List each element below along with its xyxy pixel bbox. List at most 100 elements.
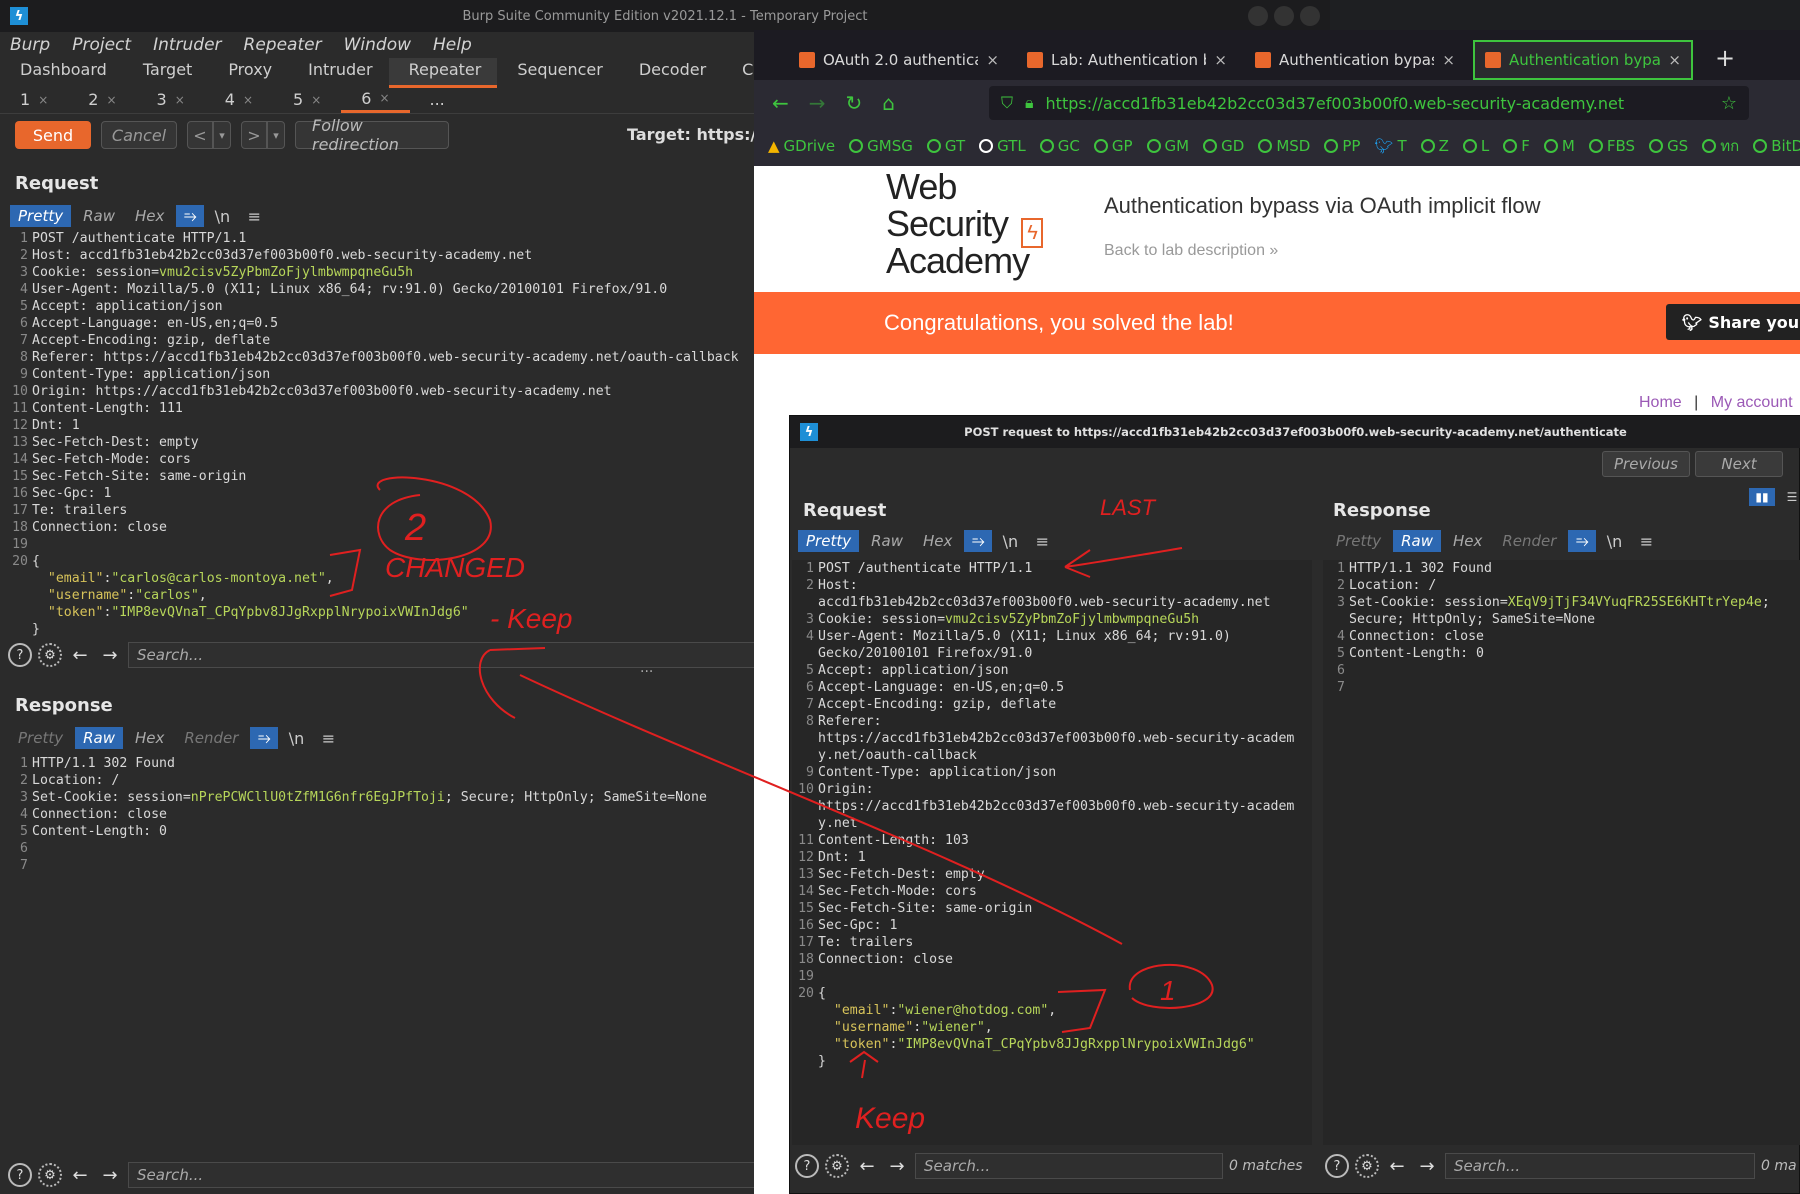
- bookmark-l[interactable]: L: [1462, 137, 1489, 155]
- forward-arrow-icon[interactable]: →: [1415, 1154, 1439, 1178]
- wrap-icon[interactable]: ⥱: [176, 205, 205, 227]
- url-text[interactable]: https://accd1fb31eb42b2cc03d37ef003b00f0…: [1046, 94, 1625, 113]
- menu-project[interactable]: Project: [72, 35, 131, 55]
- bookmark-gtl[interactable]: GTL: [979, 137, 1026, 155]
- request-editor[interactable]: 1 POST /authenticate HTTP/1.1 2 Host: accd1…: [6, 230, 756, 638]
- bookmark-bitd[interactable]: BitD: [1753, 137, 1800, 155]
- share-button[interactable]: 🐦︎ Share your: [1666, 304, 1800, 340]
- repeater-tab-4[interactable]: 4 ×: [205, 86, 273, 113]
- forward-arrow-icon[interactable]: →: [809, 91, 826, 115]
- menu-icon[interactable]: ≡: [314, 727, 342, 749]
- url-bar[interactable]: ⛉ 🔒︎ https://accd1fb31eb42b2cc03d37ef003…: [989, 86, 1749, 120]
- back-arrow-icon[interactable]: ←: [68, 643, 92, 667]
- previous-button[interactable]: Previous: [1602, 451, 1690, 477]
- menu-icon[interactable]: ≡: [240, 205, 268, 227]
- close-icon[interactable]: ×: [311, 93, 321, 107]
- back-arrow-icon[interactable]: ←: [772, 91, 789, 115]
- home-icon[interactable]: ⌂: [882, 91, 895, 115]
- menu-window[interactable]: Window: [344, 35, 411, 55]
- close-icon[interactable]: ×: [106, 93, 116, 107]
- back-arrow-icon[interactable]: ←: [68, 1163, 92, 1187]
- response-editor[interactable]: 1 HTTP/1.1 302 Found 2 Location: / 3 Set-Cook…: [6, 755, 756, 874]
- menu-intruder[interactable]: Intruder: [153, 35, 221, 55]
- tab-pretty[interactable]: Pretty: [798, 530, 860, 552]
- newline-icon[interactable]: \n: [996, 530, 1024, 552]
- star-icon[interactable]: ☆: [1721, 93, 1737, 114]
- tab-dashboard[interactable]: Dashboard: [0, 58, 123, 88]
- tab-pretty[interactable]: Pretty: [1328, 530, 1389, 552]
- search-input[interactable]: Search...: [128, 642, 758, 668]
- tab-render[interactable]: Render: [1494, 530, 1564, 552]
- maximize-button[interactable]: [1274, 6, 1294, 26]
- menu-help[interactable]: Help: [433, 35, 472, 55]
- bookmark-t[interactable]: 🐦︎ T: [1374, 137, 1406, 155]
- newline-icon[interactable]: \n: [282, 727, 310, 749]
- send-button[interactable]: Send: [15, 121, 91, 149]
- tab-pretty[interactable]: Pretty: [10, 205, 72, 227]
- settings-icon[interactable]: ⚙: [38, 1163, 62, 1187]
- tab-intruder[interactable]: Intruder: [288, 58, 388, 88]
- back-dropdown[interactable]: ▾: [213, 121, 231, 149]
- back-to-lab-link[interactable]: Back to lab description »: [1104, 242, 1278, 260]
- menu-burp[interactable]: Burp: [10, 35, 50, 55]
- bookmark-m[interactable]: M: [1543, 137, 1575, 155]
- split-view-icon[interactable]: ▮▮: [1749, 488, 1775, 506]
- bookmark-gs[interactable]: GS: [1649, 137, 1688, 155]
- tab-hex[interactable]: Hex: [915, 530, 960, 552]
- bookmark-z[interactable]: Z: [1420, 137, 1449, 155]
- menu-repeater[interactable]: Repeater: [244, 35, 322, 55]
- wrap-icon[interactable]: ⥱: [1568, 530, 1597, 552]
- close-icon[interactable]: ×: [243, 93, 253, 107]
- bookmark-msd[interactable]: MSD: [1258, 137, 1310, 155]
- home-link[interactable]: Home: [1639, 394, 1682, 411]
- tab-hex[interactable]: Hex: [127, 727, 172, 749]
- reload-icon[interactable]: ↻: [846, 91, 863, 115]
- tab-proxy[interactable]: Proxy: [208, 58, 288, 88]
- minimize-button[interactable]: [1248, 6, 1268, 26]
- tab-raw[interactable]: Raw: [1393, 530, 1441, 552]
- search-input[interactable]: Search...: [128, 1162, 758, 1188]
- stacked-view-icon[interactable]: ☰: [1779, 488, 1800, 506]
- settings-icon[interactable]: ⚙: [825, 1154, 849, 1178]
- my-account-link[interactable]: My account: [1711, 394, 1793, 411]
- help-icon[interactable]: ?: [8, 1163, 32, 1187]
- settings-icon[interactable]: ⚙: [1355, 1154, 1379, 1178]
- help-icon[interactable]: ?: [1325, 1154, 1349, 1178]
- menu-icon[interactable]: ≡: [1632, 530, 1660, 552]
- tab-raw[interactable]: Raw: [75, 727, 123, 749]
- tab-sequencer[interactable]: Sequencer: [497, 58, 619, 88]
- bookmark-thai[interactable]: ทก: [1702, 134, 1739, 158]
- bookmark-gt[interactable]: GT: [926, 137, 965, 155]
- wrap-icon[interactable]: ⥱: [964, 530, 993, 552]
- forward-button[interactable]: >: [241, 121, 267, 149]
- tab-pretty[interactable]: Pretty: [10, 727, 71, 749]
- bookmark-fbs[interactable]: FBS: [1588, 137, 1635, 155]
- cancel-button[interactable]: Cancel: [101, 121, 177, 149]
- browser-tab[interactable]: Lab: Authentication bypass×: [1017, 40, 1237, 80]
- bookmark-gm[interactable]: GM: [1146, 137, 1189, 155]
- bookmark-gmsg[interactable]: GMSG: [849, 137, 913, 155]
- settings-icon[interactable]: ⚙: [38, 643, 62, 667]
- newline-icon[interactable]: \n: [1600, 530, 1628, 552]
- response-editor[interactable]: 1 HTTP/1.1 302 Found 2 Location: / 3 Set-Cook…: [1323, 560, 1800, 1145]
- tab-target[interactable]: Target: [123, 58, 209, 88]
- tab-repeater[interactable]: Repeater: [388, 58, 498, 88]
- bookmark-gdrive[interactable]: ▲ GDrive: [768, 137, 835, 155]
- lock-icon[interactable]: 🔒︎: [1025, 93, 1034, 113]
- repeater-tab-1[interactable]: 1 ×: [0, 86, 68, 113]
- browser-tab[interactable]: OAuth 2.0 authentication×: [789, 40, 1009, 80]
- repeater-tab-5[interactable]: 5 ×: [273, 86, 341, 113]
- repeater-tab-3[interactable]: 3 ×: [137, 86, 205, 113]
- forward-dropdown[interactable]: ▾: [267, 121, 285, 149]
- bookmark-pp[interactable]: PP: [1324, 137, 1360, 155]
- browser-tab[interactable]: Authentication bypass via×: [1245, 40, 1465, 80]
- repeater-tab-2[interactable]: 2 ×: [68, 86, 136, 113]
- pane-divider-handle[interactable]: ...: [640, 660, 653, 676]
- forward-arrow-icon[interactable]: →: [98, 1163, 122, 1187]
- search-input[interactable]: Search...: [1445, 1153, 1755, 1179]
- close-icon[interactable]: ×: [38, 93, 48, 107]
- back-button[interactable]: <: [187, 121, 213, 149]
- help-icon[interactable]: ?: [8, 643, 32, 667]
- close-icon[interactable]: ×: [379, 91, 389, 105]
- bookmark-gd[interactable]: GD: [1203, 137, 1244, 155]
